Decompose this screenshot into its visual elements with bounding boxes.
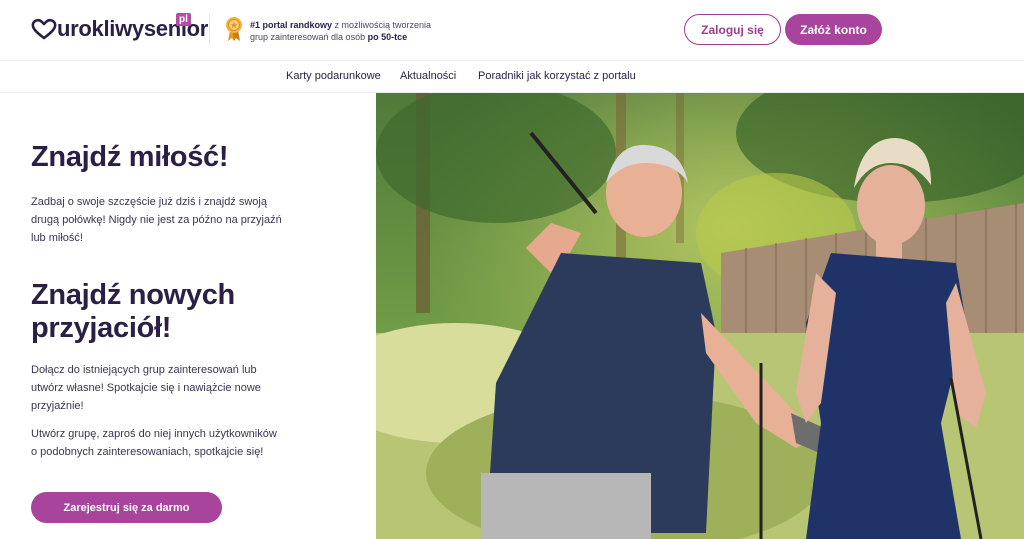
heading-find-love: Znajdź miłość! bbox=[31, 141, 229, 173]
hero-photo bbox=[376, 93, 1024, 539]
brand-tld-badge: pl bbox=[176, 13, 191, 26]
heading-find-friends: Znajdź nowych przyjaciół! bbox=[31, 279, 235, 344]
register-free-button[interactable]: Zarejestruj się za darmo bbox=[31, 492, 222, 523]
nav-item-guides[interactable]: Poradniki jak korzystać z portalu bbox=[478, 70, 636, 82]
tagline: #1 portal randkowy z możliwością tworzen… bbox=[250, 20, 432, 42]
intro-panel: Znajdź miłość! Zadbaj o swoje szczęście … bbox=[0, 93, 376, 539]
heart-logo-icon bbox=[31, 18, 57, 40]
medal-icon bbox=[226, 17, 242, 41]
nav-item-gift-cards[interactable]: Karty podarunkowe bbox=[286, 70, 381, 82]
site-header: urokliwysenior pl #1 portal randkowy z m… bbox=[0, 0, 1024, 60]
paragraph-join-groups: Dołącz do istniejących grup zainteresowa… bbox=[31, 364, 261, 412]
create-account-button[interactable]: Załóż konto bbox=[785, 14, 882, 45]
brand-logo[interactable]: urokliwysenior pl bbox=[31, 13, 208, 44]
header-divider bbox=[209, 14, 210, 44]
paragraph-create-group: Utwórz grupę, zaproś do niej innych użyt… bbox=[31, 428, 277, 458]
main-nav: Karty podarunkowe Aktualności Poradniki … bbox=[0, 60, 1024, 93]
hero-illustration bbox=[376, 93, 1024, 539]
login-button[interactable]: Zaloguj się bbox=[684, 14, 781, 45]
paragraph-find-love: Zadbaj o swoje szczęście już dziś i znaj… bbox=[31, 196, 282, 244]
nav-item-news[interactable]: Aktualności bbox=[400, 70, 456, 82]
